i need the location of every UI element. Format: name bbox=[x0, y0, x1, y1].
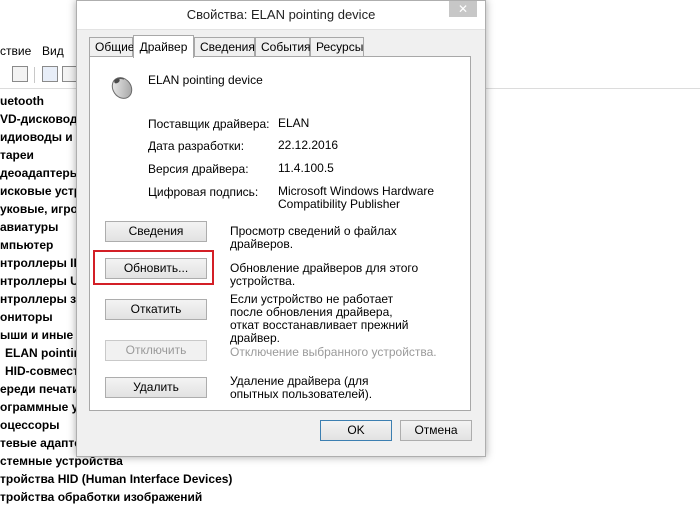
properties-icon[interactable] bbox=[12, 66, 28, 82]
device-name: ELAN pointing device bbox=[148, 73, 263, 87]
tree-item[interactable]: ыши и иные у bbox=[0, 326, 83, 344]
mouse-device-icon bbox=[111, 77, 133, 99]
disable-device-button[interactable]: Отключить bbox=[105, 340, 207, 361]
uninstall-driver-button[interactable]: Удалить bbox=[105, 377, 207, 398]
tree-item[interactable]: uetooth bbox=[0, 92, 44, 110]
cancel-button[interactable]: Отмена bbox=[400, 420, 472, 441]
uninstall-driver-desc: Удаление драйвера (для опытных пользоват… bbox=[230, 374, 373, 401]
tree-item[interactable]: ELAN pointin bbox=[5, 344, 81, 362]
driver-details-button[interactable]: Сведения bbox=[105, 221, 207, 242]
menu-view[interactable]: Вид bbox=[42, 44, 64, 58]
menu-action[interactable]: ствие bbox=[0, 44, 31, 58]
tree-item[interactable]: HID-совмест bbox=[5, 362, 79, 380]
dialog-titlebar[interactable]: Свойства: ELAN pointing device ✕ bbox=[77, 1, 485, 30]
toolbar-separator bbox=[34, 67, 35, 83]
tree-item[interactable]: VD-дисковод bbox=[0, 110, 78, 128]
tab-details[interactable]: Сведения bbox=[194, 37, 255, 57]
driver-details-desc: Просмотр сведений о файлах драйверов. bbox=[230, 224, 397, 251]
rollback-driver-desc: Если устройство не работает после обновл… bbox=[230, 292, 409, 345]
update-driver-desc: Обновление драйверов для этого устройств… bbox=[230, 261, 419, 288]
tree-item[interactable]: оцессоры bbox=[0, 416, 59, 434]
tree-item[interactable]: ереди печати bbox=[0, 380, 80, 398]
tree-item[interactable]: нтроллеры II bbox=[0, 254, 77, 272]
date-value: 22.12.2016 bbox=[278, 138, 339, 152]
tree-item[interactable]: уковые, игро bbox=[0, 200, 78, 218]
provider-label: Поставщик драйвера: bbox=[148, 117, 270, 131]
tree-item[interactable]: авиатуры bbox=[0, 218, 58, 236]
tree-item[interactable]: деоадаптеры bbox=[0, 164, 80, 182]
properties-dialog: Свойства: ELAN pointing device ✕ Общие Д… bbox=[76, 0, 486, 457]
update-button-highlight bbox=[93, 250, 214, 285]
tree-item[interactable]: тройства HID (Human Interface Devices) bbox=[0, 470, 232, 488]
tree-item[interactable]: нтроллеры U bbox=[0, 272, 79, 290]
signer-value: Microsoft Windows Hardware Compatibility… bbox=[278, 184, 435, 211]
version-value: 11.4.100.5 bbox=[278, 161, 334, 175]
tab-resources[interactable]: Ресурсы bbox=[310, 37, 364, 57]
provider-value: ELAN bbox=[278, 116, 310, 130]
tree-item[interactable]: тройства обработки изображений bbox=[0, 488, 202, 506]
tree-item[interactable]: ониторы bbox=[0, 308, 53, 326]
signer-label: Цифровая подпись: bbox=[148, 185, 259, 199]
date-label: Дата разработки: bbox=[148, 139, 245, 153]
tab-driver[interactable]: Драйвер bbox=[133, 35, 194, 58]
help-icon[interactable] bbox=[42, 66, 58, 82]
disable-device-desc: Отключение выбранного устройства. bbox=[230, 345, 437, 359]
tree-item[interactable]: мпьютер bbox=[0, 236, 53, 254]
dialog-title: Свойства: ELAN pointing device bbox=[186, 7, 376, 22]
tab-events[interactable]: События bbox=[255, 37, 311, 57]
close-button[interactable]: ✕ bbox=[449, 1, 477, 17]
version-label: Версия драйвера: bbox=[148, 162, 249, 176]
tree-item[interactable]: нтроллеры з bbox=[0, 290, 76, 308]
rollback-driver-button[interactable]: Откатить bbox=[105, 299, 207, 320]
driver-panel: ELAN pointing device Поставщик драйвера:… bbox=[89, 56, 471, 411]
tree-item[interactable]: ограммные у bbox=[0, 398, 78, 416]
tab-general[interactable]: Общие bbox=[89, 37, 134, 57]
tree-item[interactable]: тареи bbox=[0, 146, 34, 164]
ok-button[interactable]: OK bbox=[320, 420, 392, 441]
tree-item[interactable]: идиоводы и а bbox=[0, 128, 83, 146]
